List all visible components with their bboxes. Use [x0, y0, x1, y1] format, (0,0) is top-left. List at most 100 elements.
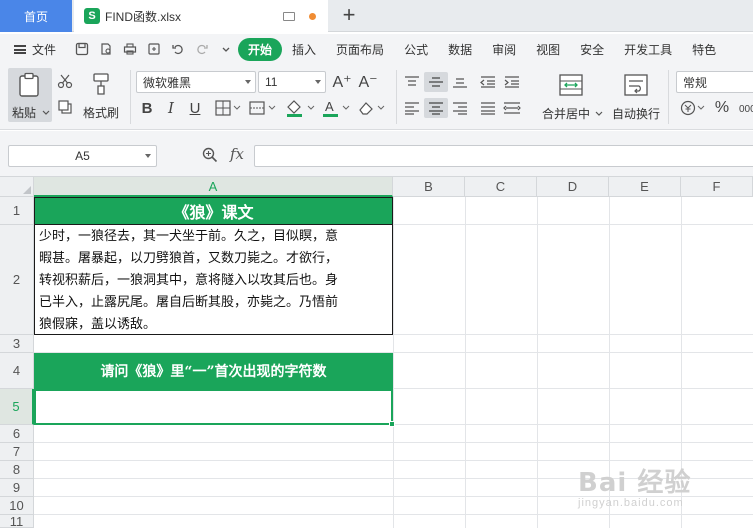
cell-a2-line: 已半入，止露尻尾。屠自后断其股，亦毙之。乃悟前	[39, 295, 339, 310]
menu-item-formulas[interactable]: 公式	[394, 41, 438, 58]
cell-a5-selected[interactable]	[34, 389, 393, 425]
clear-format-button[interactable]	[356, 98, 386, 118]
formula-input[interactable]	[254, 145, 753, 167]
font-size-select[interactable]: 11	[258, 71, 326, 93]
wrap-text-button[interactable]: 自动换行	[608, 68, 664, 122]
align-left-icon[interactable]	[402, 98, 422, 118]
number-format-select[interactable]: 常规	[676, 71, 753, 93]
row-header-2[interactable]: 2	[0, 225, 34, 335]
comma-style-icon[interactable]: 000	[736, 98, 753, 118]
redo-icon[interactable]	[194, 41, 210, 57]
align-top-icon[interactable]	[402, 72, 422, 92]
font-color-button[interactable]: A	[322, 98, 352, 118]
format-painter-button[interactable]: 格式刷	[80, 68, 124, 122]
font-color-icon: A	[323, 99, 350, 117]
row-header-1[interactable]: 1	[0, 197, 34, 225]
print-preview-icon[interactable]	[98, 41, 114, 57]
borders-button[interactable]	[214, 98, 242, 118]
menu-item-security[interactable]: 安全	[570, 41, 614, 58]
align-right-icon[interactable]	[450, 98, 470, 118]
name-box[interactable]: A5	[8, 145, 157, 167]
percent-button[interactable]: %	[712, 98, 732, 118]
italic-button[interactable]: I	[162, 98, 180, 118]
row-header-11[interactable]: 11	[0, 514, 34, 528]
new-tab-plus-icon[interactable]: +	[338, 4, 360, 26]
underline-button[interactable]: U	[186, 98, 204, 118]
cell-style-button[interactable]	[248, 98, 278, 118]
decrease-indent-icon[interactable]	[478, 72, 498, 92]
column-header-e[interactable]: E	[609, 177, 681, 197]
decrease-font-size-button[interactable]: A⁻	[358, 71, 378, 93]
row-header-8[interactable]: 8	[0, 461, 34, 479]
tab-document[interactable]: S FIND函数.xlsx	[74, 0, 328, 32]
fill-color-button[interactable]	[284, 98, 318, 118]
merge-cells-icon	[559, 74, 583, 96]
column-header-c[interactable]: C	[465, 177, 537, 197]
cell-a2[interactable]: 少时，一狼径去，其一犬坐于前。久之，目似瞑，意 暇甚。屠暴起，以刀劈狼首，又数刀…	[34, 225, 393, 335]
name-box-value: A5	[75, 149, 90, 163]
merge-dropdown-icon	[595, 111, 603, 116]
distributed-icon[interactable]	[502, 98, 522, 118]
svg-text:000: 000	[739, 104, 753, 115]
fill-handle[interactable]	[389, 421, 395, 427]
row-header-9[interactable]: 9	[0, 479, 34, 497]
column-header-f[interactable]: F	[681, 177, 753, 197]
paste-dropdown-icon	[42, 110, 50, 115]
tab-home[interactable]: 首页	[0, 0, 72, 32]
cell-a2-line: 狼假寐，盖以诱敌。	[39, 317, 157, 332]
currency-button[interactable]	[680, 98, 708, 118]
copy-icon[interactable]	[56, 98, 74, 116]
align-middle-icon[interactable]	[424, 72, 448, 92]
select-all-corner[interactable]	[0, 177, 34, 197]
clipboard-icon	[19, 72, 39, 97]
font-name-select[interactable]: 微软雅黑	[136, 71, 256, 93]
bold-button[interactable]: B	[138, 98, 156, 118]
cell-a4[interactable]: 请问《狼》里“一”首次出现的字符数	[34, 353, 393, 389]
paste-button[interactable]: 粘贴	[8, 68, 52, 122]
row-header-10[interactable]: 10	[0, 497, 34, 515]
row-header-4[interactable]: 4	[0, 353, 34, 389]
menu-item-data[interactable]: 数据	[438, 41, 482, 58]
align-bottom-icon[interactable]	[450, 72, 470, 92]
spreadsheet-grid: A B C D E F 1 2 3 4 5 6 7 8 9 10 11 《狼》课…	[0, 177, 753, 528]
screen-icon[interactable]	[283, 11, 295, 21]
increase-indent-icon[interactable]	[502, 72, 522, 92]
increase-font-size-button[interactable]: A⁺	[332, 71, 352, 93]
print-icon[interactable]	[122, 41, 138, 57]
menu-item-special[interactable]: 特色	[682, 41, 726, 58]
save-icon[interactable]	[74, 41, 90, 57]
justify-icon[interactable]	[478, 98, 498, 118]
cut-icon[interactable]	[56, 72, 74, 90]
menu-item-home[interactable]: 开始	[238, 37, 283, 61]
hamburger-icon	[14, 44, 26, 54]
font-name-value: 微软雅黑	[143, 75, 192, 90]
cell-a2-line: 暇甚。屠暴起，以刀劈狼首，又数刀毙之。才欲行，	[39, 251, 339, 266]
align-center-icon[interactable]	[424, 98, 448, 118]
merge-center-button[interactable]: 合并居中	[538, 68, 604, 122]
row-header-6[interactable]: 6	[0, 425, 34, 443]
menu-item-view[interactable]: 视图	[526, 41, 570, 58]
insert-function-button[interactable]: fx	[230, 145, 244, 163]
zoom-search-icon[interactable]	[202, 147, 218, 166]
currency-icon	[680, 100, 705, 116]
column-header-d[interactable]: D	[537, 177, 609, 197]
file-menu[interactable]: 文件	[14, 41, 56, 58]
unsaved-dot-icon	[309, 12, 316, 20]
undo-icon[interactable]	[170, 41, 186, 57]
export-icon[interactable]	[146, 41, 162, 57]
cell-a1[interactable]: 《狼》课文	[34, 197, 393, 225]
cell-a2-line: 转视积薪后，一狼洞其中，意将隧入以攻其后也。身	[39, 273, 339, 288]
column-header-a[interactable]: A	[34, 177, 393, 197]
row-header-7[interactable]: 7	[0, 443, 34, 461]
row-header-5[interactable]: 5	[0, 389, 34, 425]
format-painter-label: 格式刷	[83, 106, 120, 120]
spreadsheet-file-icon: S	[84, 8, 100, 24]
customize-dropdown-icon[interactable]	[218, 41, 234, 57]
row-header-3[interactable]: 3	[0, 335, 34, 353]
watermark: Bai 经验 jingyan.baidu.com	[578, 462, 738, 522]
menu-item-insert[interactable]: 插入	[282, 41, 326, 58]
menu-item-page-layout[interactable]: 页面布局	[326, 41, 394, 58]
column-header-b[interactable]: B	[393, 177, 465, 197]
menu-item-developer[interactable]: 开发工具	[614, 41, 682, 58]
menu-item-review[interactable]: 审阅	[482, 41, 526, 58]
